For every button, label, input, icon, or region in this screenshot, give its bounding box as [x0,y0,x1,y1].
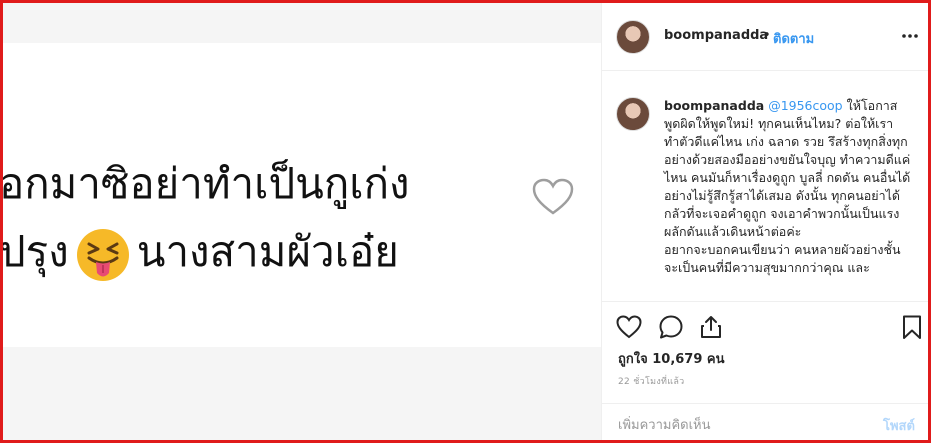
post-timestamp[interactable]: 22 ชั่วโมงที่แล้ว [618,374,685,388]
bookmark-icon[interactable] [899,314,925,340]
follow-button[interactable]: ติดตาม [773,28,814,49]
caption: boompanadda @1956coop ให้โอกาส พูดผิดให้พู… [664,97,916,277]
heart-overlay-icon [532,178,574,215]
post-image-text-line-1: อกมาซิอย่าทำเป็นกูเก่ง [3,159,410,208]
header-separator: • [763,28,771,43]
caption-area[interactable]: boompanadda @1956coop ให้โอกาส พูดผิดให้พู… [602,71,928,301]
post-comment-button[interactable]: โพสต์ [883,415,915,436]
share-icon[interactable] [698,314,724,340]
post-header: boompanadda • ติดตาม [602,3,928,71]
caption-username[interactable]: boompanadda [664,98,764,113]
comment-form: โพสต์ [602,403,928,440]
caption-body: ให้โอกาส พูดผิดให้พูดใหม่! ทุกคนเห็นไหม?… [664,98,911,275]
post-image-text-start: ปรุง [3,227,69,276]
post-media[interactable]: อกมาซิอย่าทำเป็นกูเก่ง ปรุง นางสามผัวเอ๋… [3,3,601,440]
post-image-text-line-2: ปรุง นางสามผัวเอ๋ย [3,219,399,285]
caption-avatar[interactable] [616,97,650,131]
likes-count[interactable]: ถูกใจ 10,679 คน [618,348,725,369]
screenshot-frame: อกมาซิอย่าทำเป็นกูเก่ง ปรุง นางสามผัวเอ๋… [0,0,931,443]
more-options-icon[interactable] [901,29,919,43]
caption-mention[interactable]: @1956coop [768,98,842,113]
post-image-text-end: นางสามผัวเอ๋ย [136,227,399,276]
avatar[interactable] [616,20,650,54]
comment-input[interactable] [618,416,848,434]
like-heart-icon[interactable] [616,314,642,340]
post-details-panel: boompanadda • ติดตาม boompanadda @1956coo… [601,3,928,440]
header-username[interactable]: boompanadda [664,28,768,43]
post-image: อกมาซิอย่าทำเป็นกูเก่ง ปรุง นางสามผัวเอ๋… [3,43,601,347]
comment-icon[interactable] [658,314,684,340]
squinting-face-with-tongue-icon [76,228,129,281]
